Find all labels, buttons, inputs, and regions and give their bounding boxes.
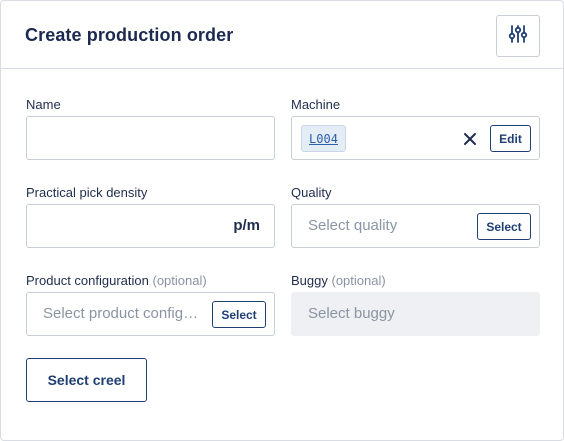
machine-label: Machine bbox=[291, 97, 341, 112]
buggy-label-text: Buggy bbox=[291, 273, 328, 288]
name-label: Name bbox=[26, 97, 61, 112]
machine-edit-button[interactable]: Edit bbox=[490, 125, 531, 152]
card-header: Create production order bbox=[1, 1, 563, 69]
pick-density-input[interactable]: p/m bbox=[26, 204, 275, 248]
product-configuration-label: Product configuration (optional) bbox=[26, 273, 207, 288]
close-icon[interactable] bbox=[460, 129, 480, 149]
quality-field[interactable]: Select quality Select bbox=[291, 204, 540, 248]
quality-select-button[interactable]: Select bbox=[477, 213, 531, 240]
buggy-field: Select buggy bbox=[291, 292, 540, 336]
buggy-optional: (optional) bbox=[331, 273, 386, 288]
product-configuration-field[interactable]: Select product configuration Select bbox=[26, 292, 275, 336]
select-creel-button[interactable]: Select creel bbox=[26, 358, 147, 402]
quality-label: Quality bbox=[291, 185, 332, 200]
machine-chip[interactable]: L004 bbox=[301, 125, 346, 152]
product-configuration-placeholder: Select product configuration bbox=[43, 305, 205, 322]
buggy-placeholder: Select buggy bbox=[308, 305, 395, 322]
product-configuration-optional: (optional) bbox=[152, 273, 207, 288]
settings-button[interactable] bbox=[496, 15, 540, 57]
name-input[interactable] bbox=[26, 116, 275, 160]
pick-density-unit: p/m bbox=[233, 217, 260, 234]
pick-density-label: Practical pick density bbox=[26, 185, 148, 200]
sliders-icon bbox=[507, 23, 529, 50]
quality-placeholder: Select quality bbox=[308, 217, 398, 234]
product-configuration-select-button[interactable]: Select bbox=[212, 301, 266, 328]
create-production-order-card: Create production order Name Machine L00… bbox=[0, 0, 564, 441]
page-title: Create production order bbox=[25, 25, 234, 45]
product-configuration-label-text: Product configuration bbox=[26, 273, 149, 288]
buggy-label: Buggy (optional) bbox=[291, 273, 386, 288]
machine-field: L004 Edit bbox=[291, 116, 540, 160]
